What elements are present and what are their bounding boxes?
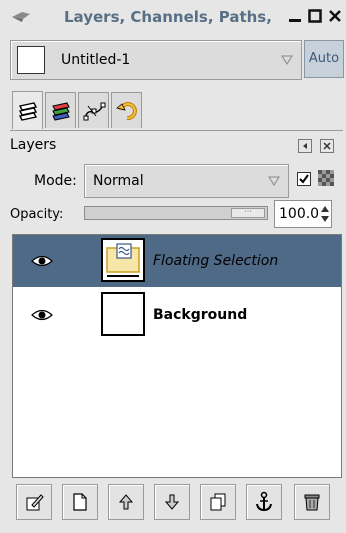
eye-icon[interactable] [31, 254, 53, 268]
panel-menu-button[interactable] [298, 139, 312, 153]
channels-icon [50, 101, 72, 121]
image-selector-row: Untitled-1 Auto [10, 40, 344, 80]
new-layer-icon [71, 492, 89, 512]
opacity-spinbutton[interactable]: 100.0 [274, 200, 332, 228]
window-menu-icon[interactable] [10, 10, 32, 24]
layer-row-floating-selection[interactable]: Floating Selection [13, 235, 341, 287]
close-tab-button[interactable] [320, 139, 334, 153]
tab-undo-history[interactable] [111, 92, 142, 128]
layer-list[interactable]: Floating Selection Background [12, 234, 342, 478]
lower-layer-button[interactable] [154, 484, 190, 520]
spin-arrows-icon[interactable] [320, 202, 330, 226]
opacity-slider[interactable]: ··· [84, 206, 268, 220]
duplicate-layer-button[interactable] [200, 484, 236, 520]
raise-layer-button[interactable] [108, 484, 144, 520]
layer-name[interactable]: Floating Selection [153, 235, 278, 287]
mode-value: Normal [93, 173, 144, 189]
layer-row-background[interactable]: Background [13, 289, 341, 341]
close-icon [323, 142, 331, 150]
duplicate-layer-icon [208, 492, 228, 512]
tab-paths[interactable] [78, 92, 109, 128]
transparency-checker-icon [318, 170, 334, 186]
opacity-value: 100.0 [279, 206, 320, 222]
image-thumbnail [17, 46, 45, 74]
edit-layer-button[interactable] [16, 484, 52, 520]
raise-layer-icon [118, 493, 134, 511]
mode-select[interactable]: Normal [84, 164, 289, 198]
triangle-left-icon [301, 142, 309, 150]
title-bar[interactable]: Layers, Channels, Paths, [0, 0, 346, 34]
maximize-icon[interactable] [308, 9, 322, 23]
anchor-layer-button[interactable] [246, 484, 282, 520]
floating-selection-thumbnail [101, 238, 145, 282]
delete-layer-icon [303, 492, 321, 512]
image-name: Untitled-1 [61, 52, 131, 68]
undo-history-icon [115, 100, 138, 122]
layer-buttons [12, 484, 342, 526]
paths-icon [82, 100, 106, 122]
new-layer-button[interactable] [62, 484, 98, 520]
dock-tabs [12, 91, 332, 130]
keep-transparency-checkbox[interactable] [297, 172, 311, 186]
tab-channels[interactable] [45, 92, 76, 128]
auto-button[interactable]: Auto [304, 40, 344, 78]
mode-label: Mode: [34, 173, 77, 189]
edit-layer-icon [24, 492, 44, 512]
image-selector-combo[interactable]: Untitled-1 [10, 40, 302, 80]
layer-name[interactable]: Background [153, 289, 247, 341]
eye-icon[interactable] [31, 308, 53, 322]
lower-layer-icon [164, 493, 180, 511]
minimize-icon[interactable] [288, 9, 302, 23]
chevron-down-icon [281, 55, 293, 65]
panel-title: Layers [10, 137, 57, 153]
layers-icon [17, 101, 39, 121]
opacity-label: Opacity: [10, 207, 64, 222]
close-icon[interactable] [328, 9, 342, 23]
background-thumbnail [101, 292, 145, 336]
chevron-down-icon [268, 176, 280, 186]
window-title: Layers, Channels, Paths, [64, 8, 272, 26]
anchor-layer-icon [254, 491, 274, 513]
delete-layer-button[interactable] [294, 484, 330, 520]
opacity-slider-handle[interactable]: ··· [231, 208, 265, 218]
tab-layers[interactable] [12, 91, 43, 129]
